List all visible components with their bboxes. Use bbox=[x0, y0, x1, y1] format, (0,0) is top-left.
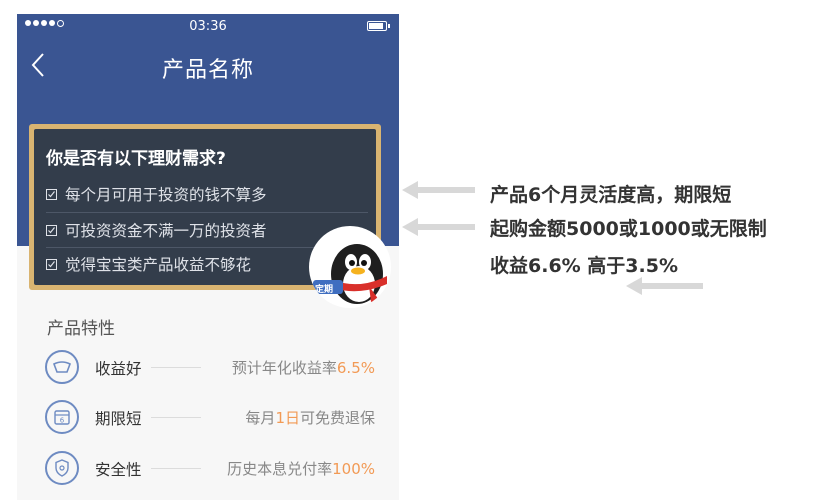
features-title: 产品特性 bbox=[47, 319, 115, 339]
status-time: 03:36 bbox=[189, 19, 227, 34]
feature-desc: 每月1日可免费退保 bbox=[245, 409, 375, 427]
annotation-text: 产品6个月灵活度高，期限短 bbox=[490, 184, 732, 206]
divider bbox=[151, 367, 201, 368]
feature-row: 6 期限短 每月1日可免费退保 bbox=[45, 400, 375, 440]
feature-label: 安全性 bbox=[95, 461, 142, 479]
phone-screen: 03:36 产品名称 你是否有以下理财需求? 每个月可用于投资的钱不算多 可投资… bbox=[17, 14, 399, 500]
divider bbox=[151, 468, 201, 469]
status-bar: 03:36 bbox=[17, 14, 399, 40]
board-question: 你是否有以下理财需求? bbox=[46, 149, 226, 169]
board-item: 每个月可用于投资的钱不算多 bbox=[46, 183, 267, 205]
board-item-text: 每个月可用于投资的钱不算多 bbox=[65, 186, 267, 204]
penguin-mascot-icon: 定期 bbox=[309, 226, 391, 308]
divider bbox=[151, 417, 201, 418]
gold-ingot-icon bbox=[45, 350, 79, 384]
page-title: 产品名称 bbox=[161, 58, 254, 83]
feature-row: 收益好 预计年化收益率6.5% bbox=[45, 350, 375, 390]
board-item-text: 觉得宝宝类产品收益不够花 bbox=[65, 256, 252, 274]
board-item-text: 可投资资金不满一万的投资者 bbox=[65, 222, 267, 240]
annotation-text: 起购金额5000或1000或无限制 bbox=[490, 218, 767, 240]
divider bbox=[46, 212, 368, 213]
checkbox-icon bbox=[46, 188, 57, 200]
checkbox-icon bbox=[46, 258, 57, 270]
battery-icon bbox=[367, 21, 390, 31]
shield-icon bbox=[45, 451, 79, 485]
feature-label: 收益好 bbox=[95, 360, 142, 378]
board-item: 可投资资金不满一万的投资者 bbox=[46, 219, 267, 241]
checkbox-icon bbox=[46, 224, 57, 236]
svg-text:6: 6 bbox=[60, 417, 65, 425]
mascot-badge: 定期 bbox=[315, 285, 334, 295]
board-item: 觉得宝宝类产品收益不够花 bbox=[46, 253, 251, 275]
annotation-text: 收益6.6% 高于3.5% bbox=[490, 255, 679, 277]
feature-desc: 预计年化收益率6.5% bbox=[231, 359, 375, 377]
feature-desc: 历史本息兑付率100% bbox=[227, 460, 375, 478]
calendar-icon: 6 bbox=[45, 400, 79, 434]
feature-label: 期限短 bbox=[95, 410, 142, 428]
feature-row: 安全性 历史本息兑付率100% bbox=[45, 451, 375, 491]
